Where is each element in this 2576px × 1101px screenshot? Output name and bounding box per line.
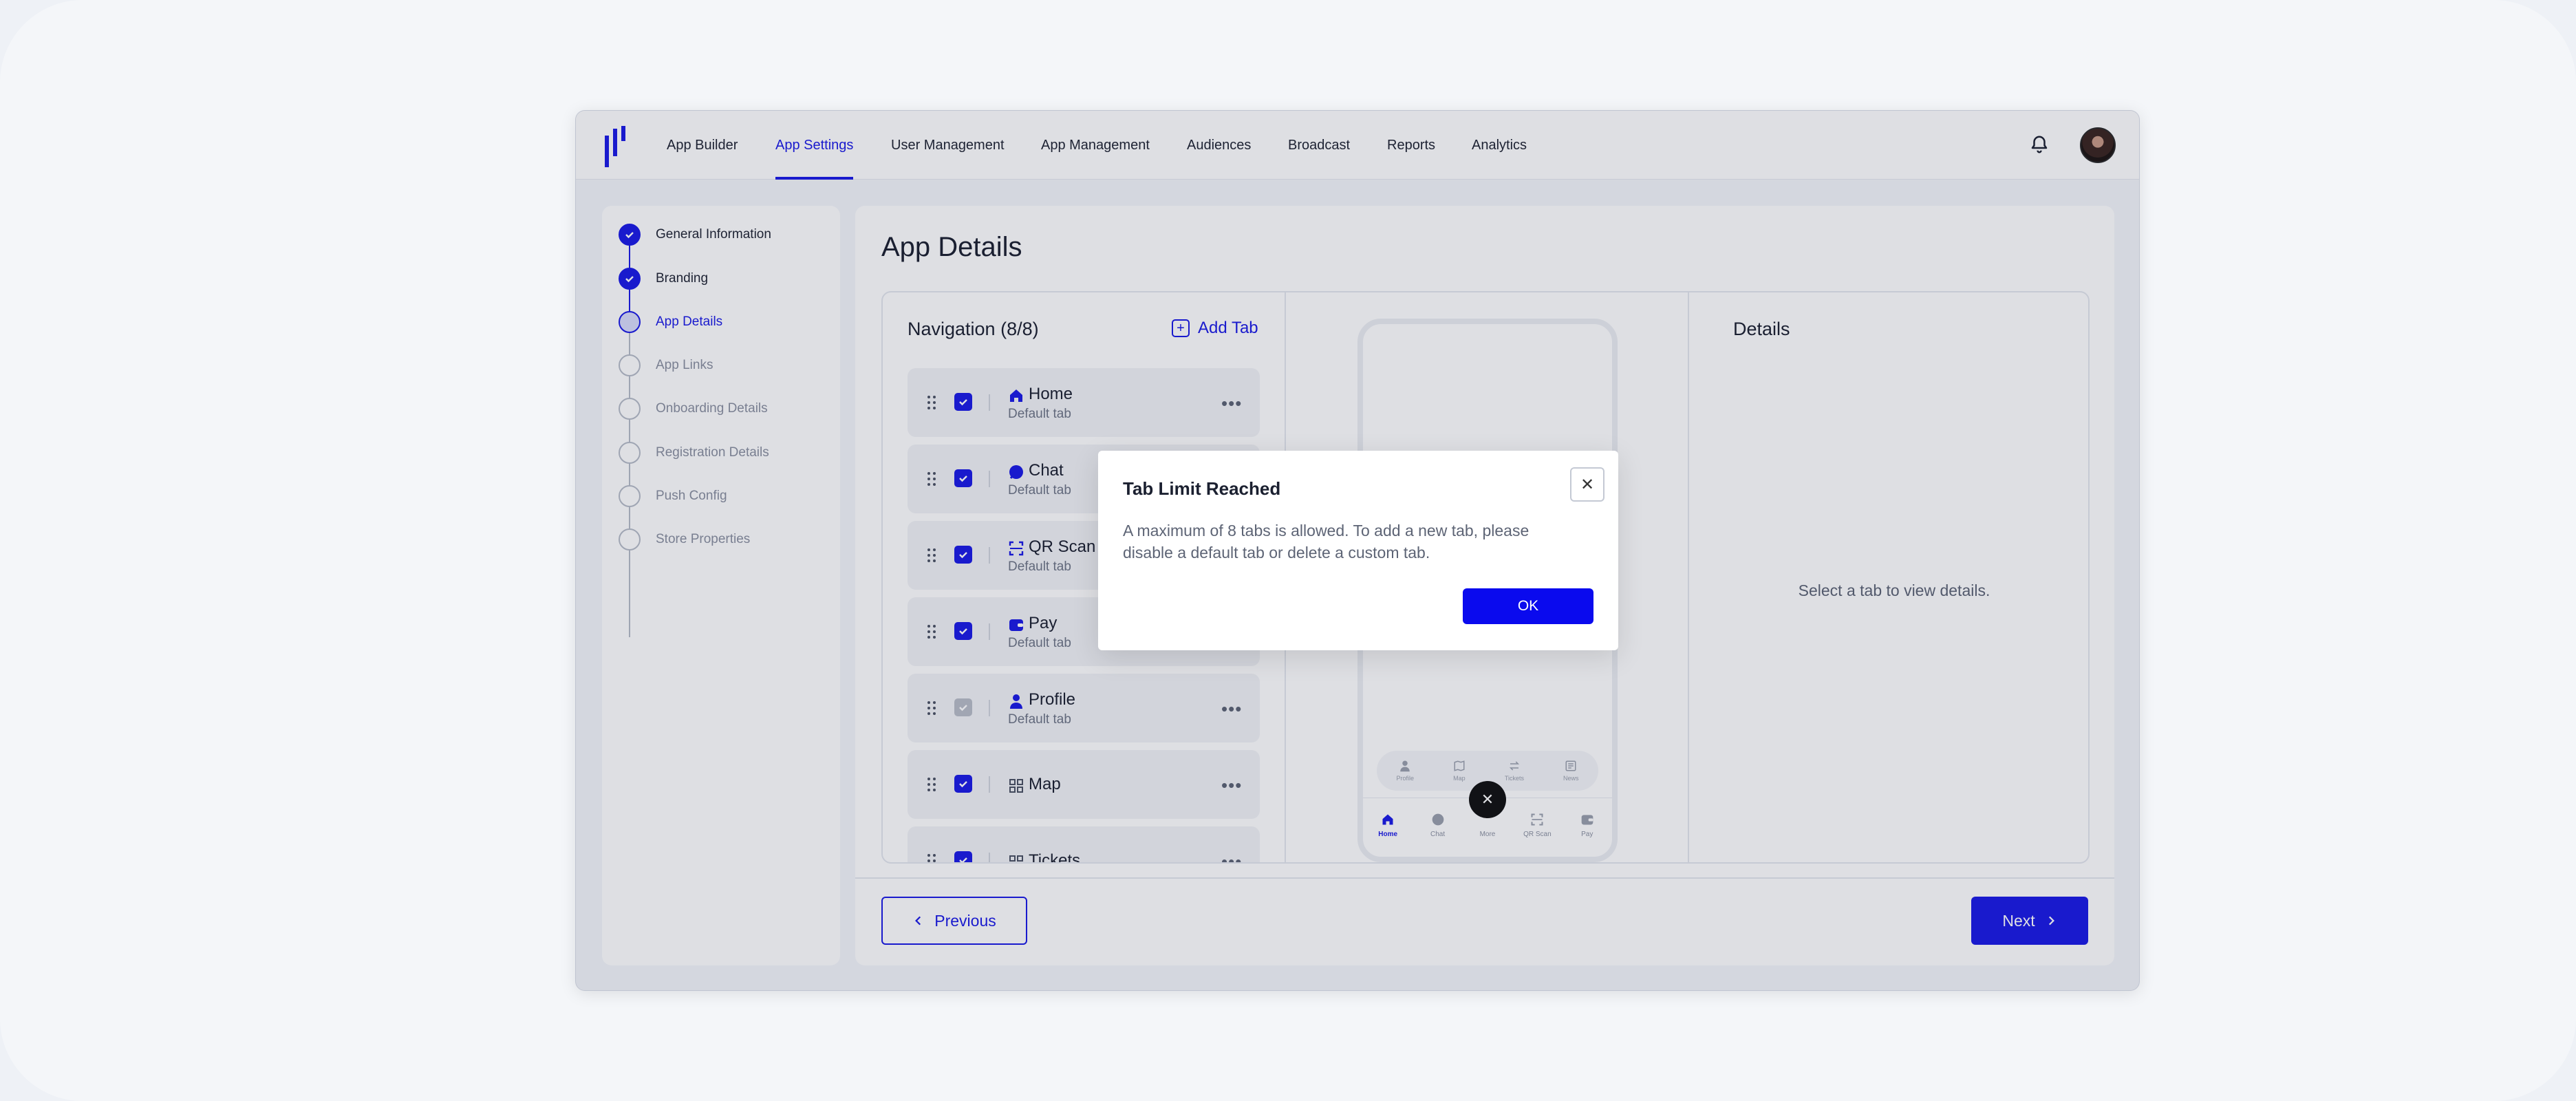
dialog-title: Tab Limit Reached bbox=[1123, 478, 1281, 499]
ok-button[interactable]: OK bbox=[1463, 588, 1593, 624]
close-icon[interactable]: ✕ bbox=[1570, 467, 1604, 502]
dialog-message: A maximum of 8 tabs is allowed. To add a… bbox=[1123, 522, 1530, 562]
tab-limit-dialog: Tab Limit Reached ✕ A maximum of 8 tabs … bbox=[1098, 451, 1618, 650]
